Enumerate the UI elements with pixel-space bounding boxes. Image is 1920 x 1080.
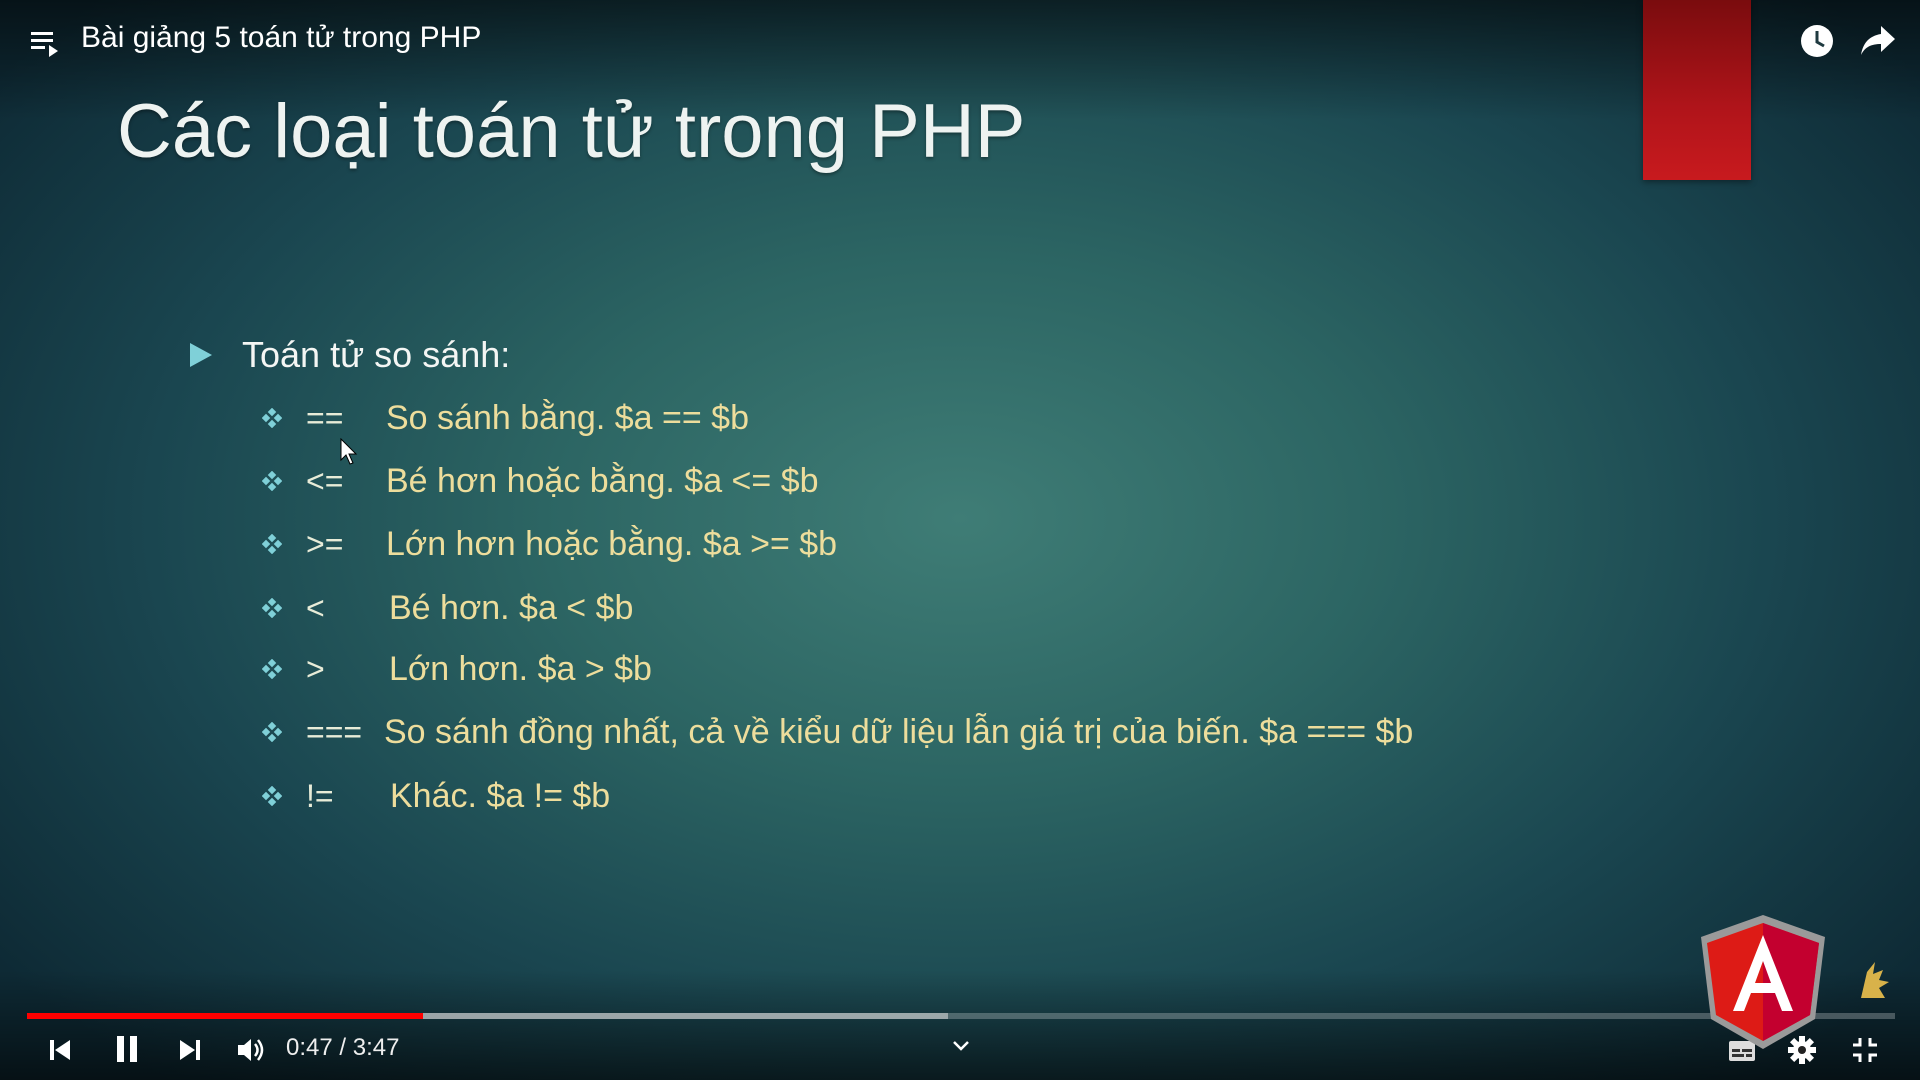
operator-row: >= Lớn hơn hoặc bằng. $a >= $b <box>262 520 837 568</box>
operator-description: Bé hơn hoặc bằng. $a <= $b <box>386 461 819 500</box>
operator-description: So sánh bằng. $a == $b <box>386 398 749 437</box>
operator-row: == So sánh bằng. $a == $b <box>262 394 749 442</box>
diamond-bullet-icon <box>262 659 282 679</box>
operator-row: != Khác. $a != $b <box>262 772 610 820</box>
operator-description: Bé hơn. $a < $b <box>389 588 634 627</box>
player-top-bar: Bài giảng 5 toán tử trong PHP <box>0 0 1920 80</box>
share-icon[interactable] <box>1859 24 1897 58</box>
exit-fullscreen-icon[interactable] <box>1851 1036 1879 1064</box>
time-display: 0:47 / 3:47 <box>286 1034 400 1061</box>
angular-logo-icon <box>1701 915 1825 1049</box>
bottom-overlay-shade <box>0 970 1920 1080</box>
operator-symbol: === <box>306 713 363 750</box>
operator-description: So sánh đồng nhất, cả về kiểu dữ liệu lẫ… <box>384 712 1414 751</box>
playlist-icon[interactable] <box>30 28 60 58</box>
slide-title: Các loại toán tử trong PHP <box>117 89 1026 174</box>
triangle-bullet-icon <box>190 343 212 367</box>
operator-row: === So sánh đồng nhất, cả về kiểu dữ liệ… <box>262 708 1413 756</box>
diamond-bullet-icon <box>262 471 282 491</box>
pause-icon[interactable] <box>114 1034 140 1064</box>
operator-symbol: > <box>306 650 325 687</box>
progress-bar[interactable] <box>27 1013 1895 1019</box>
operator-symbol: != <box>306 777 334 814</box>
operator-description: Lớn hơn. $a > $b <box>389 649 652 688</box>
operator-description: Lớn hơn hoặc bằng. $a >= $b <box>386 524 838 563</box>
operator-description: Khác. $a != $b <box>390 776 611 815</box>
chevron-down-icon[interactable] <box>952 1040 970 1052</box>
video-title[interactable]: Bài giảng 5 toán tử trong PHP <box>81 21 481 55</box>
diamond-bullet-icon <box>262 598 282 618</box>
operator-row: > Lớn hơn. $a > $b <box>262 645 652 693</box>
diamond-bullet-icon <box>262 786 282 806</box>
diamond-bullet-icon <box>262 534 282 554</box>
section-heading: Toán tử so sánh: <box>188 334 510 376</box>
mouse-cursor-icon <box>340 438 358 465</box>
next-icon[interactable] <box>178 1038 202 1062</box>
operator-symbol: >= <box>306 525 344 562</box>
operator-symbol: < <box>306 589 325 626</box>
section-label: Toán tử so sánh: <box>242 334 511 375</box>
volume-icon[interactable] <box>236 1036 266 1064</box>
clock-icon[interactable] <box>1798 22 1836 60</box>
progress-played <box>27 1013 424 1019</box>
diamond-bullet-icon <box>262 722 282 742</box>
operator-row: < Bé hơn. $a < $b <box>262 584 633 632</box>
operator-symbol: <= <box>306 462 344 499</box>
operator-symbol: == <box>306 399 344 436</box>
channel-logo-icon <box>1861 962 1889 998</box>
diamond-bullet-icon <box>262 408 282 428</box>
prev-icon[interactable] <box>48 1038 72 1062</box>
